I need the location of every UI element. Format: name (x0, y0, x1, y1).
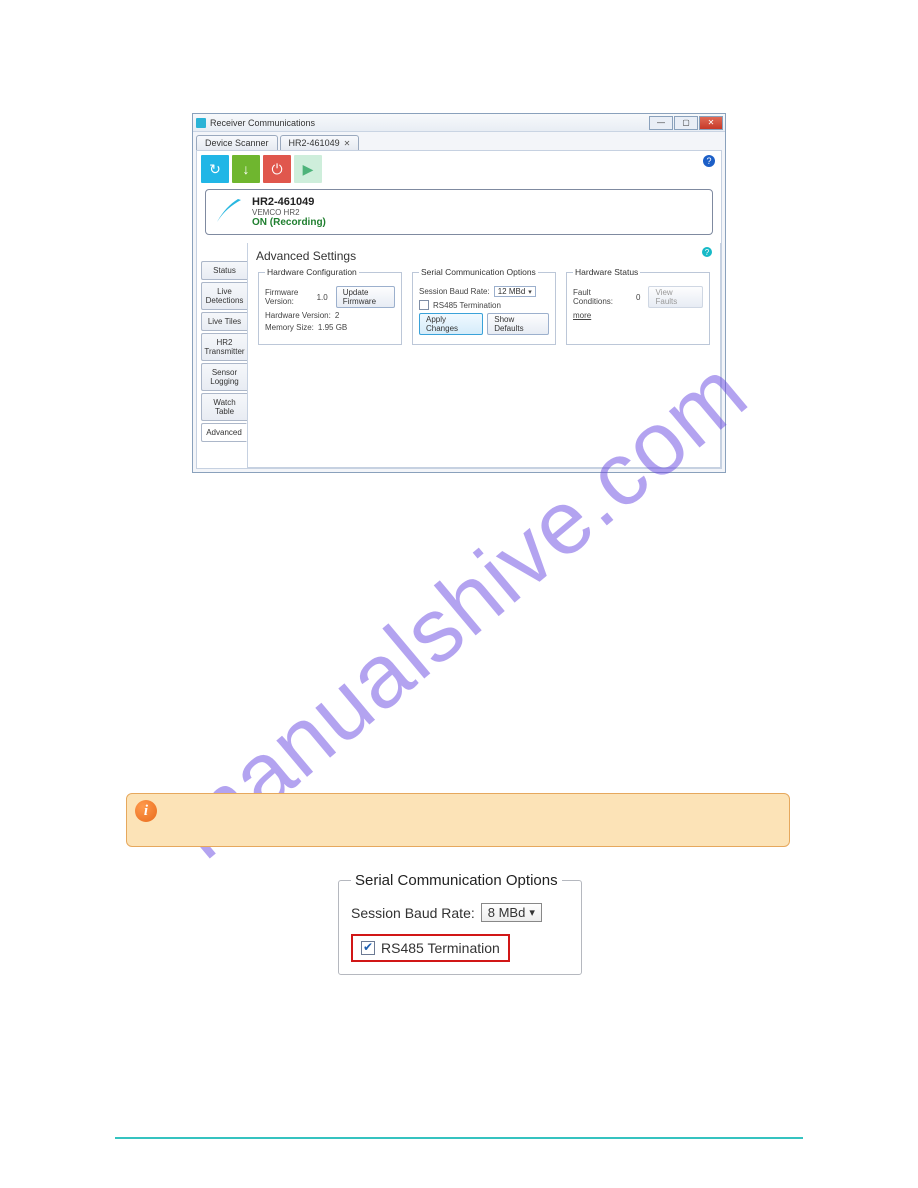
hardware-configuration-group: Hardware Configuration Firmware Version:… (258, 267, 402, 345)
firmware-version-label: Firmware Version: (265, 288, 313, 306)
footer-rule (115, 1137, 803, 1139)
settings-help-icon[interactable]: ? (702, 247, 712, 257)
group-legend: Serial Communication Options (419, 267, 538, 277)
device-card: HR2-461049 VEMCO HR2 ON (Recording) (205, 189, 713, 235)
rs485-highlight: RS485 Termination (351, 934, 510, 962)
sidetab-status[interactable]: Status (201, 261, 247, 280)
hardware-version-label: Hardware Version: (265, 311, 331, 320)
tab-device-scanner[interactable]: Device Scanner (196, 135, 278, 150)
memory-size-value: 1.95 GB (318, 323, 347, 332)
titlebar: Receiver Communications (193, 114, 725, 132)
toolbar: ↻ ↓ ⏻ ▶ (197, 151, 721, 189)
play-icon: ▶ (303, 161, 314, 178)
sidetab-advanced[interactable]: Advanced (201, 423, 247, 442)
side-tabs: Status Live Detections Live Tiles HR2 Tr… (197, 243, 247, 468)
hardware-version-value: 2 (335, 311, 339, 320)
tab-label: HR2-461049 (289, 138, 340, 148)
sidetab-watch-table[interactable]: Watch Table (201, 393, 247, 421)
tab-device[interactable]: HR2-461049 ✕ (280, 135, 360, 150)
group-legend: Hardware Status (573, 267, 640, 277)
help-icon[interactable]: ? (703, 155, 715, 167)
fault-conditions-value: 0 (636, 293, 640, 302)
device-name: HR2-461049 (252, 196, 326, 208)
download-button[interactable]: ↓ (232, 155, 260, 183)
rs485-termination-checkbox[interactable] (361, 941, 375, 955)
rs485-termination-label: RS485 Termination (433, 301, 501, 310)
session-baud-rate-select[interactable]: 8 MBd (481, 903, 542, 922)
power-icon: ⏻ (271, 161, 282, 178)
sidetab-live-tiles[interactable]: Live Tiles (201, 312, 247, 331)
serial-communication-options-group: Serial Communication Options Session Bau… (412, 267, 556, 345)
play-button[interactable]: ▶ (294, 155, 322, 183)
show-defaults-button[interactable]: Show Defaults (487, 313, 549, 335)
tabbar: Device Scanner HR2-461049 ✕ (193, 132, 725, 150)
device-model: VEMCO HR2 (252, 208, 326, 217)
refresh-button[interactable]: ↻ (201, 155, 229, 183)
info-callout: i (126, 793, 790, 847)
download-icon: ↓ (243, 161, 250, 177)
receiver-communications-window: Receiver Communications Device Scanner H… (192, 113, 726, 473)
apply-changes-button[interactable]: Apply Changes (419, 313, 483, 335)
firmware-version-value: 1.0 (317, 293, 328, 302)
tab-close-icon[interactable]: ✕ (344, 139, 351, 148)
window-title: Receiver Communications (210, 118, 648, 128)
rs485-termination-label: RS485 Termination (381, 940, 500, 956)
power-button[interactable]: ⏻ (263, 155, 291, 183)
close-button[interactable] (699, 116, 723, 130)
fault-conditions-label: Fault Conditions: (573, 288, 632, 306)
serial-options-fieldset: Serial Communication Options Session Bau… (338, 872, 582, 975)
tab-label: Device Scanner (205, 138, 269, 148)
session-baud-rate-label: Session Baud Rate: (419, 287, 490, 296)
settings-title: Advanced Settings (256, 249, 712, 263)
view-faults-button[interactable]: View Faults (648, 286, 703, 308)
refresh-icon: ↻ (209, 161, 221, 178)
group-legend: Hardware Configuration (265, 267, 359, 277)
device-status: ON (Recording) (252, 217, 326, 228)
maximize-button[interactable] (674, 116, 698, 130)
update-firmware-button[interactable]: Update Firmware (336, 286, 395, 308)
memory-size-label: Memory Size: (265, 323, 314, 332)
info-icon: i (135, 800, 157, 822)
minimize-button[interactable] (649, 116, 673, 130)
session-baud-rate-label: Session Baud Rate: (351, 905, 475, 921)
sidetab-live-detections[interactable]: Live Detections (201, 282, 247, 310)
hardware-status-group: Hardware Status Fault Conditions: 0 View… (566, 267, 710, 345)
sidetab-sensor-logging[interactable]: Sensor Logging (201, 363, 247, 391)
advanced-settings-pane: ? Advanced Settings Hardware Configurati… (247, 243, 721, 468)
serial-options-legend: Serial Communication Options (351, 872, 562, 889)
rs485-termination-checkbox[interactable] (419, 300, 429, 310)
sidetab-hr2-transmitter[interactable]: HR2 Transmitter (201, 333, 247, 361)
session-baud-rate-select[interactable]: 12 MBd (494, 286, 536, 297)
device-icon (214, 196, 244, 226)
serial-options-detail: Serial Communication Options Session Bau… (336, 872, 584, 975)
app-icon (196, 118, 206, 128)
more-link[interactable]: more (573, 311, 591, 320)
content-area: ? ↻ ↓ ⏻ ▶ HR2-461049 VEMCO HR2 ON (Recor… (196, 150, 722, 469)
